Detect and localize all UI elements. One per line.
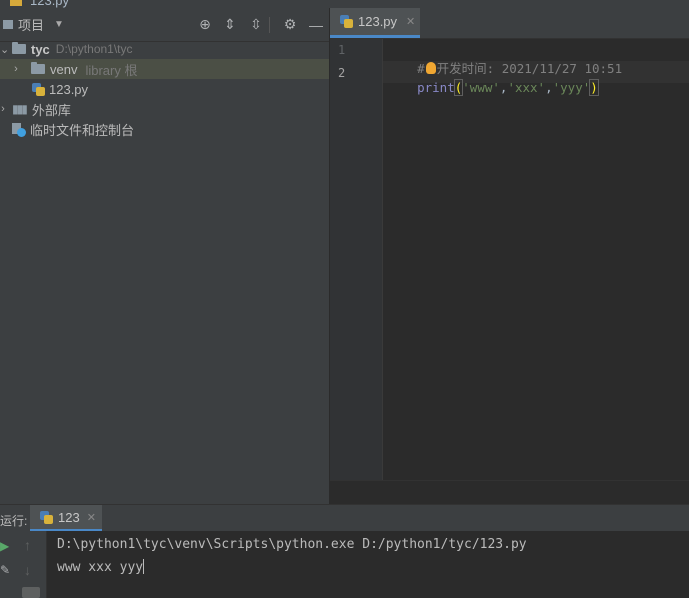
chevron-right-icon: › xyxy=(14,63,18,75)
editor-gutter: 1 2 xyxy=(330,39,383,480)
editor-tab-bar: 123.py ✕ xyxy=(330,8,689,39)
python-file-icon xyxy=(10,0,22,6)
run-label: 运行: xyxy=(0,514,28,528)
text-caret xyxy=(143,559,145,574)
editor-breadcrumb-bar xyxy=(330,480,689,505)
folder-icon xyxy=(12,42,26,54)
gear-icon[interactable]: ⚙ xyxy=(280,8,300,41)
chevron-down-icon: ⌄ xyxy=(0,43,10,56)
tree-item-venv[interactable]: › venv library 根 xyxy=(0,59,329,79)
tab-123-py[interactable]: 123.py ✕ xyxy=(330,8,420,38)
run-tab-label: 123 xyxy=(58,509,80,525)
project-panel-header: 项目 ▼ ⊕ ⇕ ⇳ ⚙ — xyxy=(0,8,329,42)
expand-all-icon[interactable]: ⇕ xyxy=(220,8,240,41)
close-paren: ) xyxy=(589,79,599,96)
chevron-down-icon: ▼ xyxy=(54,19,64,30)
tree-item-label: venv xyxy=(50,61,78,77)
window-title: 123.py xyxy=(30,0,70,8)
print-keyword: print xyxy=(417,80,455,95)
soft-wrap-icon[interactable] xyxy=(22,587,40,598)
close-icon[interactable]: ✕ xyxy=(406,15,415,28)
window-title-bar: 123.py xyxy=(0,0,689,8)
python-file-icon xyxy=(340,15,353,28)
library-icon: ▮▮▮ xyxy=(12,102,28,116)
console-line: D:\python1\tyc\venv\Scripts\python.exe D… xyxy=(57,537,527,552)
collapse-all-icon[interactable]: ⇳ xyxy=(246,8,266,41)
tree-item-scratches[interactable]: 临时文件和控制台 xyxy=(0,119,329,139)
python-file-icon xyxy=(32,82,45,96)
tab-run-123[interactable]: 123 ✕ xyxy=(30,505,102,532)
close-icon[interactable]: ✕ xyxy=(87,511,96,524)
arrow-down-icon[interactable]: ↓ xyxy=(24,562,38,578)
chevron-right-icon: › xyxy=(1,103,5,115)
console-line-output: www xxx yyy xyxy=(57,559,145,575)
tree-item-note: library 根 xyxy=(85,62,138,78)
tree-item-path: D:\python1\tyc xyxy=(55,42,133,56)
tree-item-label: 临时文件和控制台 xyxy=(30,122,135,138)
code-content[interactable]: # 开发时间: 2021/11/27 10:51 print('www','xxx… xyxy=(383,39,689,99)
project-panel-title: 项目 xyxy=(18,18,45,33)
wrench-icon[interactable]: ✎ xyxy=(0,563,12,577)
tree-item-external-libraries[interactable]: › ▮▮▮ 外部库 xyxy=(0,99,329,119)
project-view-selector[interactable]: 项目 ▼ xyxy=(18,8,68,41)
tree-item-123-py[interactable]: 123.py xyxy=(0,79,329,99)
line-number: 2 xyxy=(338,66,346,80)
run-toolbar: ▶ ↑ ✎ ↓ xyxy=(0,531,47,598)
tree-item-label: 外部库 xyxy=(31,102,71,118)
string-arg: 'www' xyxy=(462,80,500,95)
hide-panel-icon[interactable]: — xyxy=(306,8,326,41)
rerun-icon[interactable]: ▶ xyxy=(0,539,12,553)
string-arg: 'yyy' xyxy=(552,80,591,95)
code-line-2: print('www','xxx','yyy') xyxy=(387,65,599,110)
comma: , xyxy=(545,80,553,95)
scratches-icon xyxy=(12,122,26,137)
tree-item-label: 123.py xyxy=(49,81,89,97)
console-output[interactable]: D:\python1\tyc\venv\Scripts\python.exe D… xyxy=(47,531,689,598)
tab-label: 123.py xyxy=(358,14,398,29)
python-file-icon xyxy=(40,510,53,524)
line-number: 1 xyxy=(338,43,346,57)
arrow-up-icon[interactable]: ↑ xyxy=(24,537,38,553)
string-arg: 'xxx' xyxy=(507,80,546,95)
locate-icon[interactable]: ⊕ xyxy=(195,8,215,41)
console-output-text: www xxx yyy xyxy=(57,560,144,575)
folder-icon xyxy=(31,62,45,74)
project-view-icon[interactable] xyxy=(0,8,16,41)
run-panel-header: 运行: 123 ✕ xyxy=(0,504,689,532)
tree-item-label: tyc xyxy=(31,41,50,57)
tree-item-tyc[interactable]: ⌄ tyc D:\python1\tyc xyxy=(0,39,329,59)
